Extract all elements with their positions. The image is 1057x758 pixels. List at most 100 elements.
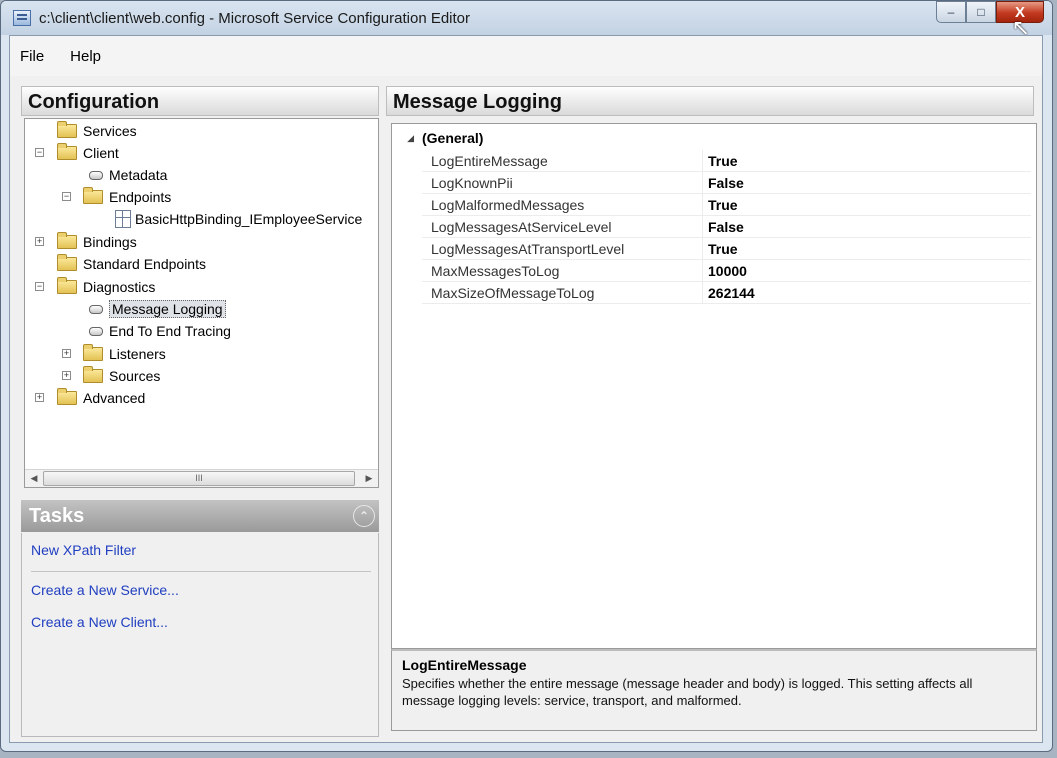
tree-node-sources[interactable]: Sources [83,366,160,386]
new-xpath-filter-link[interactable]: New XPath Filter [31,542,136,558]
message-logging-header: Message Logging [386,86,1034,116]
category-general[interactable]: ◢ (General) [392,128,1036,148]
property-grid[interactable]: ◢ (General) LogEntireMessage True LogKno… [391,123,1037,649]
property-name: MaxSizeOfMessageToLog [431,285,595,301]
tasks-title: Tasks [29,505,85,527]
chevron-up-icon[interactable]: ⌃ [353,505,375,527]
property-name: LogMessagesAtTransportLevel [431,241,625,257]
property-value[interactable]: True [708,194,738,216]
tree-node-label: Advanced [83,390,146,406]
maximize-button[interactable]: □ [966,1,996,23]
column-divider [702,260,703,281]
folder-icon [57,232,77,249]
expand-icon[interactable]: + [35,237,44,246]
tree-node-endpoint[interactable]: BasicHttpBinding_IEmployeeService [115,209,362,229]
expand-icon[interactable]: + [62,371,71,380]
folder-icon [57,388,77,405]
collapse-triangle-icon[interactable]: ◢ [392,133,422,144]
configuration-header: Configuration [21,86,379,116]
scroll-thumb[interactable]: III [43,471,355,486]
expand-icon[interactable]: + [35,393,44,402]
create-new-service-link[interactable]: Create a New Service... [31,582,179,598]
property-row[interactable]: MaxMessagesToLog 10000 [422,260,1031,282]
endpoint-icon [115,210,131,228]
collapse-icon[interactable]: − [35,148,44,157]
main-window: c:\client\client\web.config - Microsoft … [0,0,1053,752]
property-name: LogEntireMessage [431,153,548,169]
property-row[interactable]: LogMalformedMessages True [422,194,1031,216]
tree-node-label: Metadata [109,167,168,183]
tree-node-label: Endpoints [109,189,172,205]
collapse-icon[interactable]: − [35,282,44,291]
menu-file[interactable]: File [20,48,44,65]
tree-node-label: Message Logging [109,300,226,318]
folder-icon [57,143,77,160]
tree-node-label: Client [83,145,119,161]
scroll-right-icon[interactable]: ▶ [360,470,378,487]
property-value[interactable]: True [708,150,738,172]
column-divider [702,172,703,193]
column-divider [702,216,703,237]
property-row[interactable]: LogEntireMessage True [422,150,1031,172]
leaf-node-icon [89,170,103,180]
category-label: (General) [422,130,484,146]
description-title: LogEntireMessage [402,657,527,673]
tree-node-message-logging[interactable]: Message Logging [89,299,226,319]
tree-node-endpoints[interactable]: Endpoints [83,187,171,207]
column-divider [702,194,703,215]
tasks-panel: New XPath Filter Create a New Service...… [21,533,379,737]
tree-node-bindings[interactable]: Bindings [57,232,137,252]
collapse-icon[interactable]: − [62,192,71,201]
create-new-client-link[interactable]: Create a New Client... [31,614,168,630]
menu-bar: File Help [10,36,1042,76]
scroll-left-icon[interactable]: ◀ [25,470,43,487]
tree-node-label: Diagnostics [83,279,156,295]
tree-horizontal-scrollbar[interactable]: ◀ III ▶ [25,469,378,487]
property-row[interactable]: LogMessagesAtTransportLevel True [422,238,1031,260]
property-name: LogKnownPii [431,175,513,191]
title-bar[interactable]: c:\client\client\web.config - Microsoft … [1,1,1052,35]
tree-node-label: BasicHttpBinding_IEmployeeService [135,211,363,227]
tree-node-label: Listeners [109,346,166,362]
tasks-header[interactable]: Tasks ⌃ [21,500,379,532]
tree-node-advanced[interactable]: Advanced [57,388,145,408]
leaf-node-icon [89,326,103,336]
property-value[interactable]: False [708,216,744,238]
property-value[interactable]: 10000 [708,260,747,282]
property-description: LogEntireMessage Specifies whether the e… [391,649,1037,731]
expand-icon[interactable]: + [62,349,71,358]
property-row[interactable]: MaxSizeOfMessageToLog 262144 [422,282,1031,304]
tree-node-client[interactable]: Client [57,143,119,163]
column-divider [702,150,703,171]
tree-node-label: Standard Endpoints [83,256,206,272]
leaf-node-icon [89,304,103,314]
tree-node-services[interactable]: Services [57,121,137,141]
property-name: LogMessagesAtServiceLevel [431,219,612,235]
tree-node-label: End To End Tracing [109,323,231,339]
folder-icon [83,344,103,361]
folder-icon [83,187,103,204]
property-row[interactable]: LogMessagesAtServiceLevel False [422,216,1031,238]
property-name: LogMalformedMessages [431,197,585,213]
tree-node-standard-endpoints[interactable]: Standard Endpoints [57,254,206,274]
folder-icon [57,277,77,294]
property-value[interactable]: 262144 [708,282,755,304]
property-value[interactable]: False [708,172,744,194]
property-value[interactable]: True [708,238,738,260]
folder-icon [57,121,77,138]
column-divider [702,238,703,259]
description-text: Specifies whether the entire message (me… [402,676,973,708]
minimize-button[interactable]: – [936,1,966,23]
app-icon[interactable] [13,10,31,26]
tree-node-listeners[interactable]: Listeners [83,344,166,364]
tree-node-end-to-end-tracing[interactable]: End To End Tracing [89,321,231,341]
tree-node-label: Services [83,123,137,139]
tree-node-metadata[interactable]: Metadata [89,165,167,185]
window-title: c:\client\client\web.config - Microsoft … [39,9,471,27]
client-area: File Help Configuration Services − Clien… [9,35,1043,743]
menu-help[interactable]: Help [70,48,101,65]
tree-node-diagnostics[interactable]: Diagnostics [57,277,155,297]
property-row[interactable]: LogKnownPii False [422,172,1031,194]
configuration-tree[interactable]: Services − Client Metadata − Endpoints B… [24,118,379,488]
tree-node-label: Sources [109,368,161,384]
